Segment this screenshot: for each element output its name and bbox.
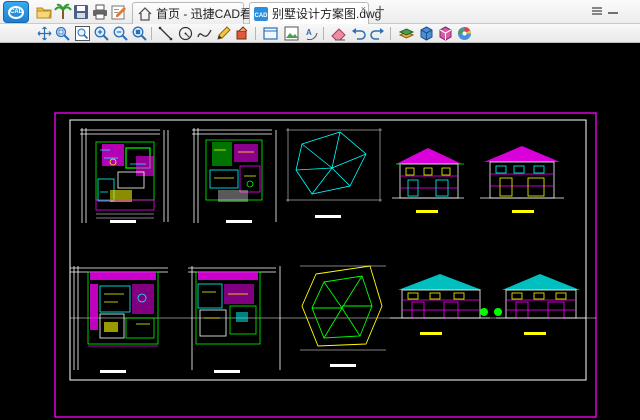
undo-icon[interactable] <box>350 25 367 42</box>
elevation-3 <box>390 274 490 335</box>
pencil-icon[interactable] <box>215 25 232 42</box>
tab-close-button[interactable]: × <box>361 4 366 14</box>
save-icon[interactable] <box>72 3 90 21</box>
floor-plan-4 <box>188 266 281 373</box>
app-logo-text: CAD <box>8 6 24 19</box>
floor-plan-1 <box>80 128 169 223</box>
minimize-icon[interactable] <box>607 5 619 17</box>
tab-home[interactable]: 首页 - 迅捷CAD看图 <box>132 2 264 24</box>
open-folder-icon[interactable] <box>35 3 53 21</box>
title-bar: CAD 首页 - 迅捷CAD看图 CAD 别墅设计方案图.dwg × + <box>0 0 640 24</box>
cad-drawing <box>54 112 597 418</box>
toolbar-divider <box>390 27 391 40</box>
cube-icon[interactable] <box>418 25 435 42</box>
toolbar-divider <box>255 27 256 40</box>
floor-plan-2 <box>192 128 277 223</box>
frame-icon[interactable] <box>262 25 279 42</box>
cad-viewer-window: CAD 首页 - 迅捷CAD看图 CAD 别墅设计方案图.dwg × + A <box>0 0 640 420</box>
tab-home-label: 首页 - 迅捷CAD看图 <box>156 7 265 21</box>
drawing-toolbar: A <box>0 24 640 43</box>
dwg-file-icon: CAD <box>253 6 269 22</box>
layer-icon[interactable] <box>398 25 415 42</box>
circle-icon[interactable] <box>177 25 194 42</box>
zoom-window-icon[interactable] <box>54 25 71 42</box>
zoom-in-icon[interactable] <box>93 25 110 42</box>
drawing-canvas[interactable] <box>0 44 640 420</box>
eraser-icon[interactable] <box>330 25 347 42</box>
app-logo[interactable]: CAD <box>3 1 29 23</box>
zoom-extents-icon[interactable] <box>131 25 148 42</box>
home-icon <box>137 6 153 22</box>
3d-box-icon[interactable] <box>437 25 454 42</box>
print-icon[interactable] <box>91 3 109 21</box>
toolbar-divider <box>151 27 152 40</box>
floor-plan-3 <box>70 266 168 373</box>
text-rotate-icon[interactable]: A <box>303 25 320 42</box>
pan-icon[interactable] <box>36 25 53 42</box>
image-icon[interactable] <box>283 25 300 42</box>
menu-icon[interactable] <box>591 5 603 17</box>
elevation-4 <box>494 274 586 335</box>
redo-icon[interactable] <box>369 25 386 42</box>
edit-export-icon[interactable] <box>110 3 128 21</box>
new-tab-button[interactable]: + <box>372 2 388 20</box>
line-icon[interactable] <box>157 25 174 42</box>
palm-tree-icon[interactable] <box>54 3 72 21</box>
roof-plan-2 <box>300 265 386 367</box>
elevation-1 <box>392 148 464 213</box>
tab-drawing[interactable]: CAD 别墅设计方案图.dwg × <box>249 2 381 24</box>
paint-icon[interactable] <box>234 25 251 42</box>
toolbar-divider <box>323 27 324 40</box>
elevation-2 <box>480 146 564 213</box>
roof-plan-1 <box>286 128 382 218</box>
svg-text:A: A <box>306 28 312 37</box>
zoom-out-icon[interactable] <box>112 25 129 42</box>
color-wheel-icon[interactable] <box>456 25 473 42</box>
svg-text:CAD: CAD <box>255 13 269 19</box>
zoom-realtime-icon[interactable] <box>74 25 91 42</box>
curve-icon[interactable] <box>196 25 213 42</box>
